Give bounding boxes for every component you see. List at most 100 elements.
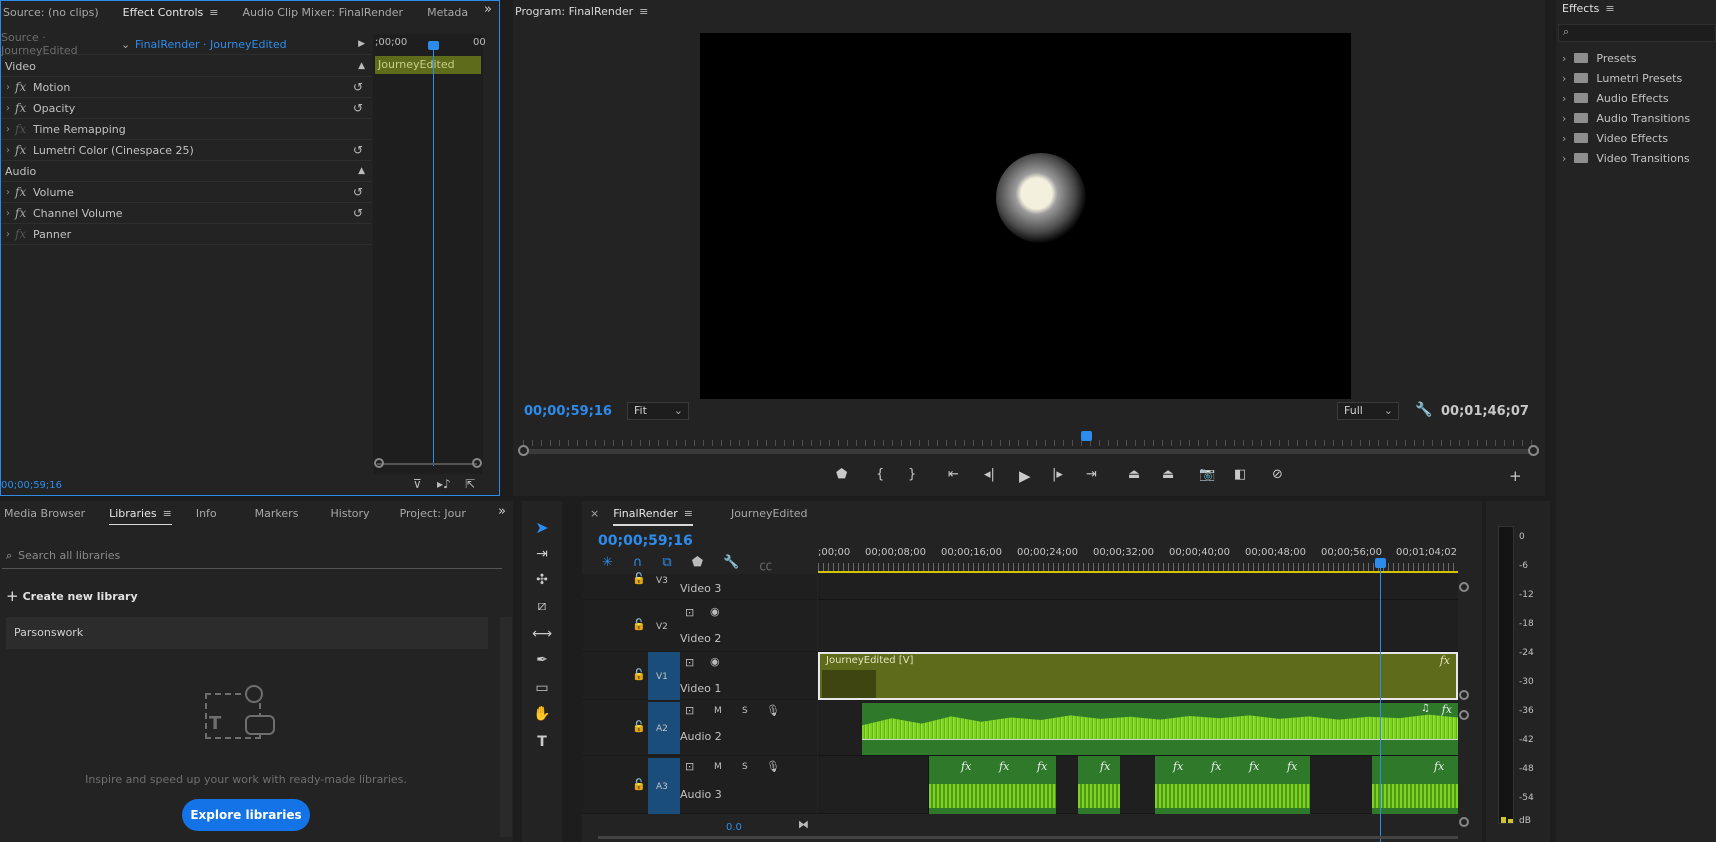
timeline-playhead[interactable]	[1375, 558, 1386, 568]
library-item[interactable]: Parsonswork	[6, 617, 488, 649]
linked-selection-icon[interactable]: ⧉	[662, 555, 671, 574]
more-tabs-icon[interactable]: »	[498, 504, 506, 519]
vr-video-icon[interactable]: ⊘	[1272, 467, 1283, 482]
pen-tool-icon[interactable]: ✒	[532, 652, 552, 668]
solo-button[interactable]: S	[742, 762, 748, 772]
export-frame-icon[interactable]: 📷	[1199, 467, 1215, 482]
fx-badge-icon[interactable]: fx	[1037, 760, 1047, 773]
chevron-right-icon[interactable]: ›	[1562, 52, 1566, 65]
extract-icon[interactable]: ⏏	[1162, 467, 1174, 482]
panel-menu-icon[interactable]: ≡	[209, 6, 218, 19]
add-marker-icon[interactable]: ⬟	[692, 555, 703, 574]
tab-audio-clip-mixer[interactable]: Audio Clip Mixer: FinalRender	[239, 6, 404, 19]
audio-play-icon[interactable]: ▸♪	[437, 477, 451, 491]
go-to-out-icon[interactable]: ⇥	[1086, 467, 1097, 482]
effect-row[interactable]: › fx Volume ↺	[1, 182, 371, 203]
lane-v2[interactable]	[818, 600, 1458, 652]
fx-badge-icon[interactable]: fx	[1173, 760, 1183, 773]
track-scroll-handle[interactable]	[1459, 690, 1469, 700]
play-icon[interactable]: ▶	[1019, 467, 1031, 485]
reset-icon[interactable]: ↺	[353, 143, 363, 157]
fx-icon[interactable]: fx	[15, 80, 33, 94]
fx-badge-icon[interactable]: fx	[1100, 760, 1110, 773]
mark-in-icon[interactable]: {	[876, 467, 884, 482]
effect-row[interactable]: › fx Opacity ↺	[1, 98, 371, 119]
program-playhead-timecode[interactable]: 00;00;59;16	[524, 404, 612, 419]
effects-folder-video-effects[interactable]: › Video Effects	[1562, 128, 1668, 148]
timeline-ruler[interactable]: ;00;00 00;00;08;00 00;00;16;00 00;00;24;…	[818, 543, 1458, 573]
lift-icon[interactable]: ⏏	[1128, 467, 1140, 482]
track-header-v3[interactable]: 🔓 V3 Video 3	[582, 572, 817, 600]
fx-icon[interactable]: fx	[15, 206, 33, 220]
close-icon[interactable]: ×	[590, 507, 599, 520]
volume-keyframe-line[interactable]	[862, 739, 1458, 740]
more-tabs-icon[interactable]: »	[484, 2, 492, 17]
fx-badge-icon[interactable]: fx	[1442, 703, 1452, 716]
captions-icon[interactable]: ㏄	[759, 555, 772, 574]
effects-folder-audio-effects[interactable]: › Audio Effects	[1562, 88, 1669, 108]
chevron-right-icon[interactable]: ›	[1562, 152, 1566, 165]
selection-tool-icon[interactable]: ➤	[532, 518, 552, 537]
timeline-timecode[interactable]: 00;00;59;16	[598, 533, 693, 549]
tab-sequence-journeyedited[interactable]: JourneyEdited	[727, 507, 808, 520]
reset-icon[interactable]: ↺	[353, 185, 363, 199]
effect-row[interactable]: › fx Time Remapping	[1, 119, 371, 140]
fx-badge-icon[interactable]: fx	[1249, 760, 1259, 773]
track-scroll-handle[interactable]	[1459, 710, 1469, 720]
program-title[interactable]: Program: FinalRender	[515, 5, 633, 18]
effect-row[interactable]: › fx Lumetri Color (Cinespace 25) ↺	[1, 140, 371, 161]
step-forward-icon[interactable]: |▸	[1052, 467, 1063, 482]
reset-icon[interactable]: ↺	[353, 80, 363, 94]
fx-badge-icon[interactable]: fx	[1434, 760, 1444, 773]
mute-button[interactable]: M	[714, 762, 722, 772]
audio-clip[interactable]: fx fx fx	[928, 756, 1056, 814]
library-search-input[interactable]: ⌕ Search all libraries	[2, 543, 502, 569]
comparison-view-icon[interactable]: ◧	[1234, 467, 1246, 482]
effects-folder-lumetri-presets[interactable]: › Lumetri Presets	[1562, 68, 1682, 88]
track-header-a3[interactable]: 🔓 A3 ⊡ M S 🎙 Audio 3	[582, 756, 817, 814]
hand-tool-icon[interactable]: ✋	[532, 706, 552, 722]
lane-a3[interactable]	[818, 756, 1458, 814]
create-library-button[interactable]: + Create new library	[6, 587, 138, 605]
expand-chevron-icon[interactable]: ›	[1, 103, 15, 114]
fx-badge-icon[interactable]: fx	[1211, 760, 1221, 773]
fx-icon[interactable]: fx	[15, 143, 33, 157]
audio-clip[interactable]: fx fx fx fx	[1155, 756, 1310, 814]
chevron-down-icon[interactable]: ⌄	[121, 38, 135, 51]
source-clip-label[interactable]: Source · JourneyEdited	[1, 31, 121, 57]
microphone-icon[interactable]: 🎙	[766, 704, 780, 717]
expand-chevron-icon[interactable]: ›	[1, 82, 15, 93]
timeline-bowtie-icon[interactable]: ⧓	[798, 818, 809, 831]
slip-tool-icon[interactable]: ⟷	[532, 626, 552, 642]
nest-toggle-icon[interactable]: ✳	[602, 555, 613, 574]
lock-icon[interactable]: 🔓	[632, 778, 646, 791]
rectangle-tool-icon[interactable]: ▭	[532, 680, 552, 696]
razor-tool-icon[interactable]: ⧄	[532, 598, 552, 614]
chevron-right-icon[interactable]: ›	[1562, 112, 1566, 125]
reset-icon[interactable]: ↺	[353, 101, 363, 115]
ec-zoom-bar[interactable]	[377, 463, 477, 465]
tab-media-browser[interactable]: Media Browser	[0, 507, 85, 520]
go-to-in-icon[interactable]: ⇤	[948, 467, 959, 482]
program-zoom-bar[interactable]	[523, 450, 1539, 454]
sequence-clip-label[interactable]: FinalRender · JourneyEdited	[135, 38, 287, 51]
sync-lock-icon[interactable]: ⊡	[685, 606, 694, 619]
ec-zoom-handle-left[interactable]	[374, 458, 384, 468]
track-height-zoom-value[interactable]: 0.0	[726, 822, 742, 833]
tab-effect-controls[interactable]: Effect Controls ≡	[119, 6, 219, 23]
timeline-horizontal-scrollbar[interactable]	[598, 836, 1458, 839]
mute-button[interactable]: M	[714, 706, 722, 716]
ec-playhead[interactable]	[428, 41, 439, 50]
panel-menu-icon[interactable]: ≡	[684, 507, 693, 520]
audio-clip[interactable]: fx	[1078, 756, 1120, 814]
effect-row[interactable]: › fx Channel Volume ↺	[1, 203, 371, 224]
fx-icon[interactable]: fx	[15, 185, 33, 199]
chevron-right-icon[interactable]: ›	[1562, 132, 1566, 145]
wrench-icon[interactable]: 🔧	[1415, 402, 1432, 418]
fx-badge-icon[interactable]: fx	[961, 760, 971, 773]
expand-chevron-icon[interactable]: ›	[1, 145, 15, 156]
zoom-handle-right[interactable]	[1528, 445, 1539, 456]
tab-project[interactable]: Project: Jour	[396, 507, 466, 520]
effects-title[interactable]: Effects	[1562, 2, 1599, 15]
ec-zoom-handle-right[interactable]	[472, 458, 482, 468]
